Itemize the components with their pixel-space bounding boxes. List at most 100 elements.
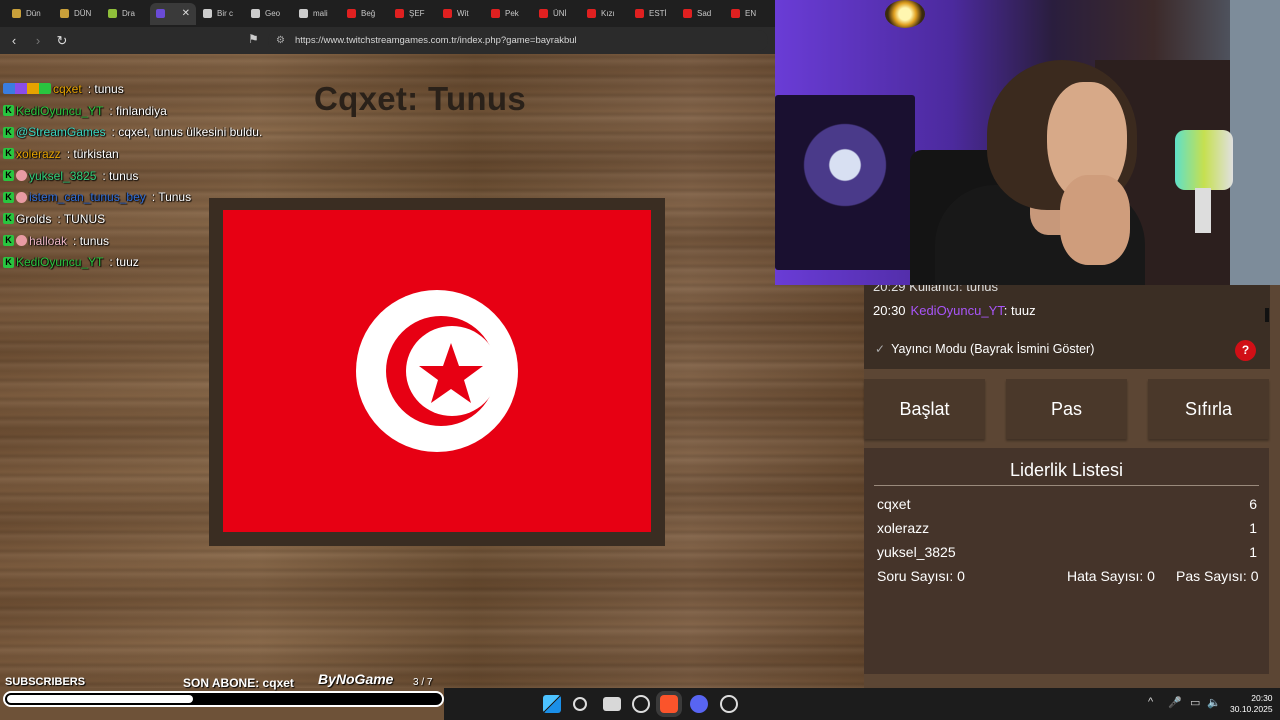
brand-logo: ByNoGame xyxy=(318,671,394,687)
kick-badge-icon: K xyxy=(3,105,14,117)
site-settings-icon[interactable]: ⚙ xyxy=(276,35,285,46)
taskbar-clock[interactable]: 20:30 30.10.2025 xyxy=(1230,693,1273,715)
app-icon[interactable] xyxy=(720,695,738,713)
chat-username: yuksel_3825 xyxy=(29,168,97,183)
chat-username: Grolds xyxy=(16,211,52,226)
tab-favicon-icon xyxy=(539,9,548,18)
check-icon[interactable]: ✓ xyxy=(875,342,885,356)
chat-username: KediOyuncu_YT xyxy=(16,255,104,270)
chat-message: K KediOyuncu_YT: finlandiya xyxy=(3,100,303,122)
clock-date: 30.10.2025 xyxy=(1230,704,1273,714)
tab-label: mali xyxy=(313,9,328,18)
last-subscriber: SON ABONE: cqxet xyxy=(183,676,294,690)
start-button[interactable]: Başlat xyxy=(864,379,985,439)
tab-favicon-icon xyxy=(60,9,69,18)
multi-badge-icon xyxy=(3,83,51,95)
streamer-mode-toggle[interactable]: ✓ Yayıncı Modu (Bayrak İsmini Göster) xyxy=(875,342,1094,356)
chat-text: : tunus xyxy=(87,81,124,96)
reset-button[interactable]: Sıfırla xyxy=(1148,379,1269,439)
browser-tab[interactable]: mali xyxy=(293,3,340,25)
chat-username: halloak xyxy=(29,233,68,248)
kick-badge-icon: K xyxy=(3,191,14,203)
leaderboard-score: 1 xyxy=(1249,520,1257,536)
clock-time: 20:30 xyxy=(1251,693,1273,703)
chatgpt-icon[interactable] xyxy=(632,695,650,713)
brave-browser-icon[interactable] xyxy=(660,695,678,713)
discord-icon[interactable] xyxy=(690,695,708,713)
chat-message: Kistem_can_tunus_bey: Tunus xyxy=(3,186,303,208)
forward-icon[interactable]: › xyxy=(28,33,48,48)
browser-tab[interactable]: Kızı xyxy=(581,3,628,25)
tab-label: DÜN xyxy=(74,9,92,18)
chat-log-scrollbar[interactable] xyxy=(1265,308,1269,322)
tab-favicon-icon xyxy=(156,9,165,18)
tray-chevron-icon[interactable]: ^ xyxy=(1148,696,1153,708)
browser-tab[interactable]: EN xyxy=(725,3,772,25)
leaderboard-score: 6 xyxy=(1249,496,1257,512)
ceiling-lamp xyxy=(885,0,925,28)
microphone-icon[interactable]: 🎤 xyxy=(1168,696,1182,709)
tab-favicon-icon xyxy=(12,9,21,18)
address-bar[interactable]: ⚙ https://www.twitchstreamgames.com.tr/i… xyxy=(268,30,768,51)
chat-text: : tuuz xyxy=(109,255,139,270)
chat-username: istem_can_tunus_bey xyxy=(29,190,146,205)
error-count: Hata Sayısı: 0 xyxy=(1067,568,1155,584)
browser-tab[interactable]: Dün xyxy=(6,3,53,25)
browser-tab[interactable]: Dra xyxy=(102,3,149,25)
chat-text: : tunus xyxy=(73,233,110,248)
task-view-icon[interactable] xyxy=(603,697,621,711)
browser-tab[interactable]: ✕ xyxy=(150,2,196,25)
bookmark-icon[interactable]: ⚑ xyxy=(248,32,259,46)
start-menu-icon[interactable] xyxy=(543,695,561,713)
browser-tab[interactable]: Wit xyxy=(437,3,484,25)
network-icon[interactable]: ▭ xyxy=(1190,696,1200,709)
browser-tab[interactable]: Beğ xyxy=(341,3,388,25)
background-window xyxy=(1230,0,1280,285)
chat-message: K @StreamGames: cqxet, tunus ülkesini bul… xyxy=(3,121,303,143)
tab-favicon-icon xyxy=(443,9,452,18)
tab-label: Sad xyxy=(697,9,712,18)
chat-message: Khalloak: tunus xyxy=(3,230,303,252)
leaderboard: Liderlik Listesi cqxet 6 xolerazz 1 yuks… xyxy=(864,448,1269,674)
subscriber-progress-bar xyxy=(3,691,444,707)
browser-tab[interactable]: ESTİ xyxy=(629,3,676,25)
windows-taskbar: ^ 🎤 ▭ 🔈 20:30 30.10.2025 xyxy=(444,688,1280,720)
tab-label: EN xyxy=(745,9,757,18)
subscriber-progress-fill xyxy=(7,695,194,703)
chat-message: cqxet : tunus xyxy=(3,78,303,100)
leaderboard-divider xyxy=(874,485,1259,486)
chat-message: Kyuksel_3825: tunus xyxy=(3,165,303,187)
leaderboard-name: yuksel_3825 xyxy=(877,544,956,560)
tab-favicon-icon xyxy=(587,9,596,18)
chat-text: : cqxet, tunus ülkesini buldu. xyxy=(111,125,263,140)
tab-label: Kızı xyxy=(601,9,615,18)
game-title: Cqxet: Tunus xyxy=(314,80,526,117)
leaderboard-score: 1 xyxy=(1249,544,1257,560)
pass-button[interactable]: Pas xyxy=(1006,379,1127,439)
browser-tab[interactable]: DÜN xyxy=(54,3,101,25)
browser-tab[interactable]: Geo xyxy=(245,3,292,25)
search-icon[interactable] xyxy=(573,697,587,711)
back-icon[interactable]: ‹ xyxy=(4,33,24,48)
browser-tab[interactable]: Sad xyxy=(677,3,724,25)
kick-badge-icon: K xyxy=(3,148,14,160)
browser-tab[interactable]: Pek xyxy=(485,3,532,25)
tab-label: ÜNİ xyxy=(553,9,567,18)
close-tab-icon[interactable]: ✕ xyxy=(182,8,190,19)
leaderboard-row: cqxet 6 xyxy=(877,496,1257,512)
browser-tab[interactable]: ÜNİ xyxy=(533,3,580,25)
reload-icon[interactable]: ↻ xyxy=(52,33,72,49)
tab-favicon-icon xyxy=(395,9,404,18)
volume-icon[interactable]: 🔈 xyxy=(1207,696,1221,709)
tab-favicon-icon xyxy=(108,9,117,18)
tab-favicon-icon xyxy=(347,9,356,18)
tab-label: Pek xyxy=(505,9,519,18)
subscribers-label: SUBSCRIBERS xyxy=(5,676,86,688)
address-bar-url[interactable]: https://www.twitchstreamgames.com.tr/ind… xyxy=(295,35,577,46)
chat-username: cqxet xyxy=(53,81,82,96)
browser-tab[interactable]: ŞEF xyxy=(389,3,436,25)
question-count: Soru Sayısı: 0 xyxy=(877,568,965,584)
help-button[interactable]: ? xyxy=(1235,340,1256,361)
streamer-mode-label: Yayıncı Modu (Bayrak İsmini Göster) xyxy=(891,342,1095,356)
browser-tab[interactable]: Bir c xyxy=(197,3,244,25)
